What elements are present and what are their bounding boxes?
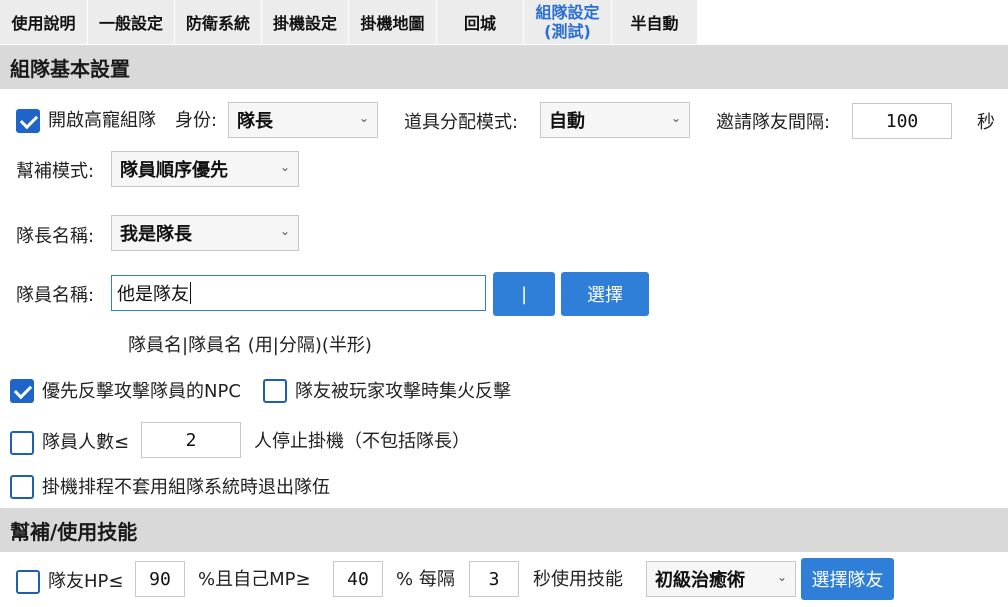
mp-input[interactable]: 40 (333, 561, 383, 597)
item-mode-label: 道具分配模式: (404, 112, 519, 133)
tab-general[interactable]: 一般設定 (88, 0, 175, 44)
identity-select[interactable]: 隊長 ⌄ (228, 102, 378, 138)
tab-party-settings-sub: (測試) (544, 22, 591, 41)
tab-return-town-label: 回城 (463, 14, 496, 33)
item-mode-select[interactable]: 自動 ⌄ (540, 102, 690, 138)
tab-semi-auto[interactable]: 半自動 (612, 0, 698, 44)
hp-input[interactable]: 90 (135, 561, 185, 597)
member-name-hint: 隊員名|隊員名 (用|分隔)(半形) (128, 335, 372, 356)
tab-usage[interactable]: 使用說明 (0, 0, 88, 44)
focus-fire-label: 隊友被玩家攻擊時集火反擊 (295, 381, 511, 402)
schedule-exit-checkbox[interactable] (10, 475, 34, 499)
tab-afk-map-label: 掛機地圖 (360, 14, 425, 33)
skill-select[interactable]: 初級治癒術 ⌄ (646, 561, 796, 597)
invite-interval-unit: 秒 (977, 112, 995, 133)
chevron-down-icon: ⌄ (670, 111, 681, 125)
member-name-label: 隊員名稱: (16, 285, 95, 306)
member-name-input-value: 他是隊友 (117, 284, 189, 305)
chevron-down-icon: ⌄ (279, 160, 290, 174)
tab-afk-settings[interactable]: 掛機設定 (262, 0, 349, 44)
identity-select-value: 隊長 (237, 111, 273, 132)
tab-afk-map[interactable]: 掛機地圖 (349, 0, 437, 44)
focus-fire-checkbox[interactable] (263, 379, 287, 403)
leader-name-select-value: 我是隊長 (120, 224, 192, 245)
mp-label: %且自己MP≥ (198, 569, 311, 590)
tab-party-settings-label: 組隊設定 (535, 3, 600, 22)
hp-label: 隊友HP≤ (48, 571, 124, 592)
invite-interval-input[interactable]: 100 (852, 103, 952, 139)
help-mode-select-value: 隊員順序優先 (120, 160, 228, 181)
text-cursor (190, 282, 191, 304)
schedule-exit-label: 掛機排程不套用組隊系統時退出隊伍 (42, 477, 330, 498)
leader-name-select[interactable]: 我是隊長 ⌄ (111, 215, 299, 251)
enable-party-checkbox[interactable] (16, 109, 40, 133)
tab-afk-settings-label: 掛機設定 (272, 14, 337, 33)
member-count-input[interactable]: 2 (141, 422, 241, 458)
hp-checkbox[interactable] (16, 570, 40, 594)
member-name-input[interactable]: 他是隊友 (111, 275, 486, 311)
tab-general-label: 一般設定 (98, 14, 163, 33)
help-mode-select[interactable]: 隊員順序優先 ⌄ (111, 151, 299, 187)
every-label: % 每隔 (396, 569, 455, 590)
every-input[interactable]: 3 (469, 561, 519, 597)
member-count-suffix: 人停止掛機（不包括隊長） (254, 431, 470, 452)
section-help-skill-title: 幫補/使用技能 (10, 519, 138, 544)
enable-party-label: 開啟高寵組隊 (48, 110, 156, 131)
item-mode-select-value: 自動 (549, 111, 585, 132)
invite-interval-label: 邀請隊友間隔: (716, 112, 831, 133)
member-count-label: 隊員人數≤ (42, 432, 130, 453)
select-member-name-button[interactable]: 選擇 (561, 272, 649, 316)
tab-return-town[interactable]: 回城 (437, 0, 524, 44)
select-teammate-button[interactable]: 選擇隊友 (801, 558, 894, 600)
tab-usage-label: 使用說明 (11, 14, 76, 33)
section-help-skill-header: 幫補/使用技能 (0, 508, 1008, 552)
counter-npc-checkbox[interactable] (10, 379, 34, 403)
counter-npc-label: 優先反擊攻擊隊員的NPC (42, 381, 241, 402)
use-skill-label: 秒使用技能 (533, 569, 623, 590)
tab-party-settings[interactable]: 組隊設定 (測試) (524, 0, 612, 44)
tab-defense-label: 防衛系統 (185, 14, 250, 33)
tab-defense[interactable]: 防衛系統 (175, 0, 262, 44)
section-party-basic-title: 組隊基本設置 (10, 56, 130, 81)
help-mode-label: 幫補模式: (16, 161, 95, 182)
member-count-checkbox[interactable] (10, 431, 34, 455)
section-party-basic-header: 組隊基本設置 (0, 45, 1008, 89)
tab-bar: 使用說明 一般設定 防衛系統 掛機設定 掛機地圖 回城 組隊設定 (測試) 半自… (0, 0, 1008, 44)
leader-name-label: 隊長名稱: (16, 226, 95, 247)
skill-select-value: 初級治癒術 (655, 570, 745, 591)
identity-label: 身份: (175, 110, 218, 131)
tab-semi-auto-label: 半自動 (630, 14, 679, 33)
chevron-down-icon: ⌄ (358, 111, 369, 125)
separator-button[interactable]: | (493, 272, 555, 316)
chevron-down-icon: ⌄ (279, 224, 290, 238)
chevron-down-icon: ⌄ (776, 570, 787, 584)
